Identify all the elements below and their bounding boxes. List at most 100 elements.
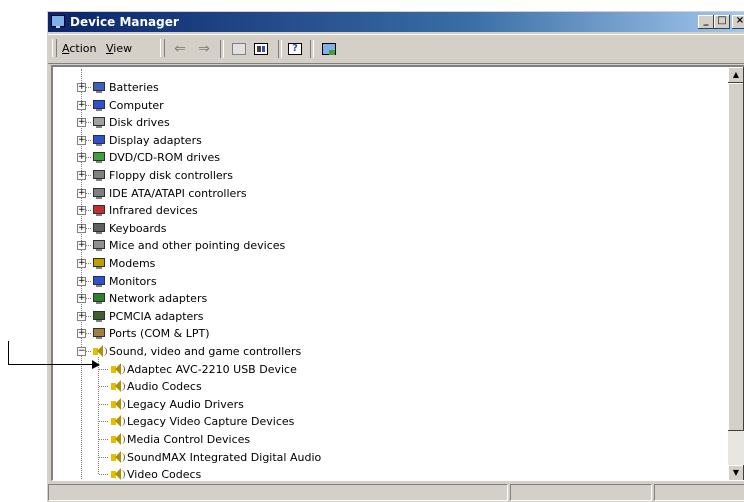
tree-category-label: Monitors [109,274,157,288]
maximize-button[interactable]: □ [714,15,730,29]
infrared-icon [91,203,107,218]
tree-category-label: Keyboards [109,221,167,235]
toolbar-grip[interactable] [160,39,165,57]
tree-guide-line [99,386,108,388]
status-bar [48,482,744,502]
tree-category-item[interactable]: + Modems [53,255,653,272]
tree-category-item[interactable]: − Sound, video and game controllers [53,343,653,360]
network-adapter-icon [91,291,107,306]
scan-hardware-icon[interactable] [322,43,336,55]
collapse-toggle[interactable]: − [77,347,86,356]
expand-toggle[interactable]: + [77,153,86,163]
callout-line [8,341,9,365]
tree-device-label: Media Control Devices [127,433,251,446]
status-pane-secondary [510,484,652,501]
tree-device-label: Legacy Audio Drivers [127,397,244,411]
expand-toggle[interactable]: + [77,329,86,339]
tree-category-item[interactable]: + Infrared devices [53,202,653,219]
tree-category-item[interactable]: + Network adapters [53,290,653,307]
menu-view[interactable]: View [106,42,132,55]
tree-device-item[interactable]: Legacy Audio Drivers [53,396,653,413]
tree-device-item[interactable]: Video Codecs [53,466,653,481]
toolbar-separator [310,40,314,58]
tree-guide-line [99,421,108,423]
expand-toggle[interactable]: + [77,259,86,268]
expand-toggle[interactable]: + [77,135,86,145]
tree-guide-line [99,403,108,405]
tree-category-item[interactable]: + Ports (COM & LPT) [53,325,653,342]
tree-category-label: Computer [109,98,164,112]
tree-category-item[interactable]: + Mice and other pointing devices [53,237,653,254]
sound-icon [91,344,107,359]
title-bar[interactable]: Device Manager _ □ × [48,12,744,32]
tree-device-label: SoundMAX Integrated Digital Audio [127,450,322,464]
tree-device-item[interactable]: Media Control Devices [53,431,653,448]
sound-icon [109,379,125,394]
tree-device-label: Video Codecs [127,468,202,481]
window-title: Device Manager [70,15,179,29]
ports-icon [91,326,107,341]
scroll-up-button[interactable]: ▲ [728,67,744,83]
expand-toggle[interactable]: + [77,294,86,304]
properties-icon[interactable] [254,43,268,55]
expand-toggle[interactable]: + [77,241,86,251]
expand-toggle[interactable]: + [77,83,86,92]
forward-arrow-icon[interactable]: ⇒ [194,39,214,59]
floppy-controller-icon [91,168,107,183]
keyboard-icon [91,221,107,236]
tree-category-label: Display adapters [109,133,202,147]
status-pane-main [48,484,508,501]
expand-toggle[interactable]: + [77,206,86,216]
menu-action[interactable]: Action [62,42,96,55]
tree-category-label: Sound, video and game controllers [109,345,302,358]
menu-grip[interactable] [52,39,57,57]
device-manager-window: Device Manager _ □ × Action View ⇐ ⇒ ? +… [46,10,744,502]
back-arrow-icon[interactable]: ⇐ [170,39,190,59]
tree-category-item[interactable]: + Keyboards [53,220,653,237]
tree-category-item[interactable]: + Batteries [53,79,653,96]
tree-category-item[interactable]: + IDE ATA/ATAPI controllers [53,185,653,202]
tree-category-item[interactable]: + Monitors [53,273,653,290]
sound-icon [109,397,125,412]
status-pane-tertiary [654,484,744,501]
device-tree-panel: + Batteries + Computer + Disk drives + Display … [51,65,744,481]
tree-device-item[interactable]: Legacy Video Capture Devices [53,413,653,430]
tree-category-label: Disk drives [109,116,170,130]
expand-toggle[interactable]: + [77,223,86,233]
tree-category-label: Infrared devices [109,204,198,218]
sound-icon [109,414,125,429]
scroll-thumb[interactable] [728,83,744,431]
tree-category-item[interactable]: + Computer [53,97,653,114]
tree-category-label: Batteries [109,81,159,94]
tree-device-item[interactable]: Audio Codecs [53,378,653,395]
expand-toggle[interactable]: + [77,276,86,286]
expand-toggle[interactable]: + [77,311,86,321]
close-button[interactable]: × [732,15,744,29]
expand-toggle[interactable]: + [77,100,86,110]
mouse-icon [91,238,107,253]
tree-guide-line [99,368,108,370]
tree-category-item[interactable]: + Disk drives [53,114,653,131]
expand-toggle[interactable]: + [77,188,86,198]
tree-category-label: Network adapters [109,292,208,306]
device-tree: + Batteries + Computer + Disk drives + Display … [53,67,729,481]
expand-toggle[interactable]: + [77,118,86,128]
tree-guide-line [99,439,108,440]
toolbar-separator [220,40,224,58]
tree-device-item[interactable]: Adaptec AVC-2210 USB Device [53,361,653,378]
up-icon[interactable] [232,43,246,55]
tree-device-item[interactable]: SoundMAX Integrated Digital Audio [53,449,653,466]
monitor-icon [91,274,107,289]
tree-category-item[interactable]: + PCMCIA adapters [53,308,653,325]
pcmcia-icon [91,309,107,324]
tree-guide-line [99,456,108,458]
tree-category-item[interactable]: + Display adapters [53,132,653,149]
tree-category-item[interactable]: + DVD/CD-ROM drives [53,149,653,166]
minimize-button[interactable]: _ [698,15,714,29]
vertical-scrollbar[interactable]: ▲ ▼ [728,67,744,480]
expand-toggle[interactable]: + [77,171,86,180]
device-manager-app-icon [51,15,65,28]
scroll-down-button[interactable]: ▼ [728,465,744,480]
tree-category-item[interactable]: + Floppy disk controllers [53,167,653,184]
help-icon[interactable]: ? [288,43,302,55]
